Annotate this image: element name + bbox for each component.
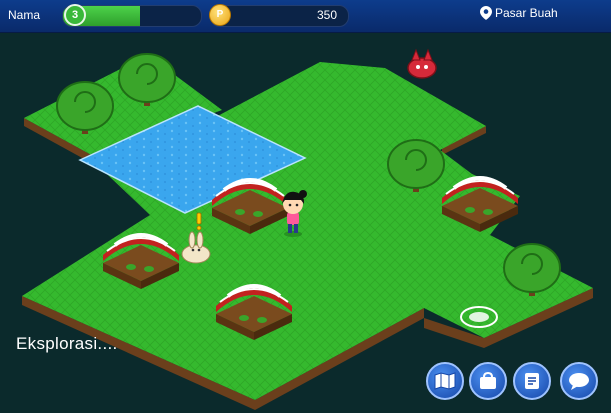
exclamation-icon bbox=[196, 212, 202, 231]
bag-icon bbox=[480, 372, 496, 389]
bag-button[interactable] bbox=[469, 362, 507, 400]
location-indicator: Pasar Buah bbox=[480, 6, 558, 20]
chat-icon bbox=[569, 373, 589, 390]
quest-scroll-icon bbox=[525, 373, 539, 389]
quest-button[interactable] bbox=[513, 362, 551, 400]
top-hud: Nama 3 P 350 Pasar Buah bbox=[0, 0, 611, 33]
coin-count: 350 bbox=[316, 8, 337, 22]
map-icon bbox=[434, 372, 456, 390]
map-button[interactable] bbox=[426, 362, 464, 400]
coin-icon: P bbox=[209, 4, 231, 26]
chat-button[interactable] bbox=[560, 362, 598, 400]
level-badge: 3 bbox=[64, 4, 86, 26]
red-monster[interactable] bbox=[407, 48, 437, 79]
location-pin-icon bbox=[480, 6, 492, 20]
player-name-label: Nama bbox=[8, 8, 41, 22]
status-text: Eksplorasi.... bbox=[16, 334, 118, 353]
location-name: Pasar Buah bbox=[495, 6, 558, 20]
